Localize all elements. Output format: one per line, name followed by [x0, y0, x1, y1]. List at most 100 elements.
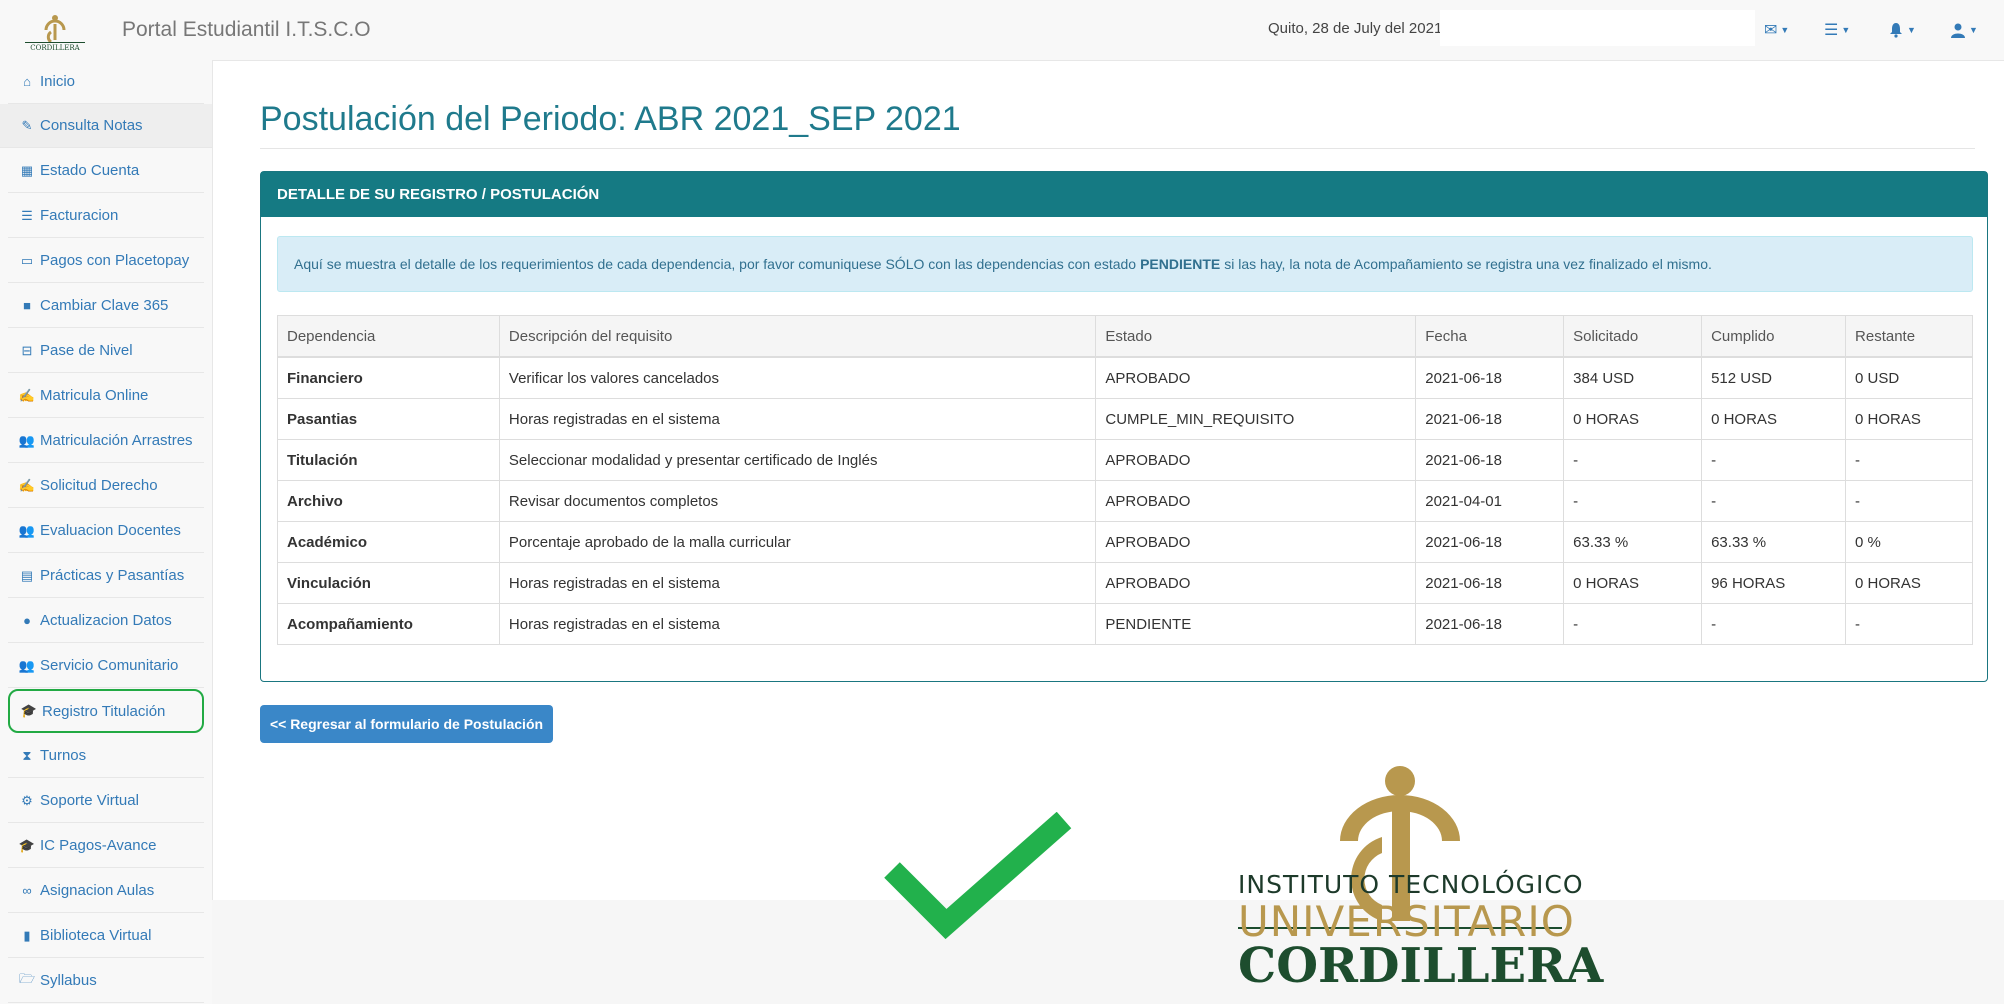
calculator-icon: ▦	[20, 162, 34, 178]
sidebar-item-servicio-comunitario[interactable]: 👥 Servicio Comunitario	[8, 644, 204, 688]
table-row: Pasantias Horas registradas en el sistem…	[277, 398, 1973, 440]
back-to-application-button[interactable]: << Regresar al formulario de Postulación	[260, 705, 553, 743]
bottom-band	[212, 900, 2004, 1004]
graduation-cap-icon: 🎓	[20, 703, 38, 718]
cell-fecha: 2021-06-18	[1415, 356, 1565, 399]
cell-solicitado: 384 USD	[1563, 356, 1703, 399]
user-dropdown[interactable]: ▼	[1950, 18, 1986, 42]
sidebar-item-syllabus[interactable]: 🗁 Syllabus	[8, 959, 204, 1003]
sidebar-item-soporte-virtual[interactable]: ⚙ Soporte Virtual	[8, 779, 204, 823]
current-date: Quito, 28 de July del 2021	[1268, 20, 1443, 37]
home-icon: ⌂	[23, 74, 31, 89]
column-header: Estado	[1095, 315, 1417, 358]
sidebar-item-matricula-online[interactable]: ✍ Matricula Online	[8, 374, 204, 418]
sidebar-item-label: Matricula Online	[40, 387, 149, 404]
caret-down-icon: ▼	[1969, 25, 1978, 35]
alerts-dropdown[interactable]: ▼	[1888, 18, 1924, 42]
column-header: Fecha	[1415, 315, 1565, 358]
checkmark-icon	[884, 812, 1072, 940]
users-icon: 👥	[18, 432, 36, 448]
sidebar-item-estado-cuenta[interactable]: ▦ Estado Cuenta	[8, 149, 204, 193]
sidebar-item-label: Asignacion Aulas	[40, 882, 155, 899]
cell-solicitado: 0 HORAS	[1563, 562, 1703, 604]
cell-fecha: 2021-04-01	[1415, 480, 1565, 522]
sidebar-item-label: Pagos con Placetopay	[40, 252, 190, 269]
cell-cumplido: -	[1701, 439, 1847, 481]
cell-estado: APROBADO	[1095, 439, 1417, 481]
tasks-dropdown[interactable]: ☰ ▼	[1824, 18, 1860, 42]
portal-brand[interactable]: Portal Estudiantil I.T.S.C.O	[122, 18, 371, 42]
table-row: Académico Porcentaje aprobado de la mall…	[277, 521, 1973, 563]
sidebar-item-label: Prácticas y Pasantías	[40, 567, 185, 584]
sidebar-item-label: Cambiar Clave 365	[40, 297, 169, 314]
cell-restante: -	[1845, 603, 1973, 645]
credit-card-icon: ▭	[20, 252, 34, 268]
sidebar-item-facturacion[interactable]: ☰ Facturacion	[8, 194, 204, 238]
hourglass-icon: ⧗	[22, 747, 32, 763]
cell-fecha: 2021-06-18	[1415, 562, 1565, 604]
info-text-part1: Aquí se muestra el detalle de los requer…	[294, 256, 1137, 272]
cell-cumplido: 512 USD	[1701, 356, 1847, 399]
cogs-icon: ⚙	[21, 792, 33, 808]
sidebar-item-actualizacion-datos[interactable]: ● Actualizacion Datos	[8, 599, 204, 643]
info-alert: Aquí se muestra el detalle de los requer…	[277, 236, 1973, 292]
cell-cumplido: 63.33 %	[1701, 521, 1847, 563]
building-icon: ▤	[20, 567, 34, 583]
cell-dependencia: Financiero	[277, 356, 500, 399]
cell-restante: 0 HORAS	[1845, 562, 1973, 604]
sidebar-item-label: Actualizacion Datos	[40, 612, 172, 629]
sidebar-item-matriculacion-arrastres[interactable]: 👥 Matriculación Arrastres	[8, 419, 204, 463]
sidebar-item-evaluacion-docentes[interactable]: 👥 Evaluacion Docentes	[8, 509, 204, 553]
column-header: Dependencia	[277, 315, 500, 358]
cell-restante: -	[1845, 480, 1973, 522]
sidebar-item-label: Matriculación Arrastres	[40, 432, 193, 449]
sidebar-item-consulta-notas[interactable]: ✎ Consulta Notas	[0, 104, 212, 148]
sidebar-item-cambiar-clave[interactable]: ■ Cambiar Clave 365	[8, 284, 204, 328]
inbox-icon: ⊟	[21, 342, 33, 358]
cell-dependencia: Archivo	[277, 480, 500, 522]
table-header-row: Dependencia Descripción del requisito Es…	[277, 315, 1973, 358]
messages-dropdown[interactable]: ✉ ▼	[1764, 18, 1800, 42]
column-header: Descripción del requisito	[498, 315, 1097, 358]
title-divider	[260, 148, 1975, 149]
table-row: Archivo Revisar documentos completos APR…	[277, 480, 1973, 522]
caret-down-icon: ▼	[1907, 25, 1916, 35]
sidebar-item-asignacion-aulas[interactable]: ∞ Asignacion Aulas	[8, 869, 204, 913]
sidebar-item-inicio[interactable]: ⌂ Inicio	[8, 60, 204, 104]
cell-fecha: 2021-06-18	[1415, 603, 1565, 645]
cell-estado: APROBADO	[1095, 480, 1417, 522]
envelope-icon: ✉	[1764, 22, 1778, 39]
sidebar-item-label: Solicitud Derecho	[40, 477, 158, 494]
user-icon	[1951, 23, 1965, 38]
top-navbar: CORDILLERA Portal Estudiantil I.T.S.C.O …	[0, 0, 2004, 61]
list-icon: ☰	[21, 207, 33, 223]
users-icon: 👥	[18, 657, 36, 673]
caret-down-icon: ▼	[1780, 25, 1790, 35]
sidebar-item-pagos-placetopay[interactable]: ▭ Pagos con Placetopay	[8, 239, 204, 283]
sidebar-item-pase-nivel[interactable]: ⊟ Pase de Nivel	[8, 329, 204, 373]
sidebar-item-label: Biblioteca Virtual	[40, 927, 152, 944]
user-icon: ●	[23, 613, 31, 628]
cell-solicitado: -	[1563, 480, 1703, 522]
cell-estado: APROBADO	[1095, 562, 1417, 604]
cordillera-logo-small[interactable]: CORDILLERA	[20, 12, 90, 52]
header-blank-area	[1440, 10, 1755, 46]
sidebar-item-practicas-pasantias[interactable]: ▤ Prácticas y Pasantías	[8, 554, 204, 598]
cell-estado: PENDIENTE	[1095, 603, 1417, 645]
sidebar-item-solicitud-derecho[interactable]: ✍ Solicitud Derecho	[8, 464, 204, 508]
cell-cumplido: -	[1701, 603, 1847, 645]
sidebar-item-registro-titulacion[interactable]: 🎓 Registro Titulación	[8, 689, 204, 733]
registration-detail-panel: DETALLE DE SU REGISTRO / POSTULACIÓN Aqu…	[260, 171, 1988, 682]
cell-restante: 0 %	[1845, 521, 1973, 563]
book-icon: ▮	[23, 927, 31, 943]
cell-descripcion: Horas registradas en el sistema	[498, 562, 1097, 604]
sidebar-item-label: Syllabus	[40, 972, 97, 989]
sidebar-item-turnos[interactable]: ⧗ Turnos	[8, 734, 204, 778]
edit-icon: ✍	[18, 477, 36, 493]
sidebar-item-biblioteca-virtual[interactable]: ▮ Biblioteca Virtual	[8, 914, 204, 958]
table-row: Financiero Verificar los valores cancela…	[277, 356, 1973, 399]
cell-cumplido: 0 HORAS	[1701, 398, 1847, 440]
sidebar-item-ic-pagos-avance[interactable]: 🎓 IC Pagos-Avance	[8, 824, 204, 868]
sidebar-item-label: Facturacion	[40, 207, 119, 224]
cell-descripcion: Horas registradas en el sistema	[498, 398, 1097, 440]
